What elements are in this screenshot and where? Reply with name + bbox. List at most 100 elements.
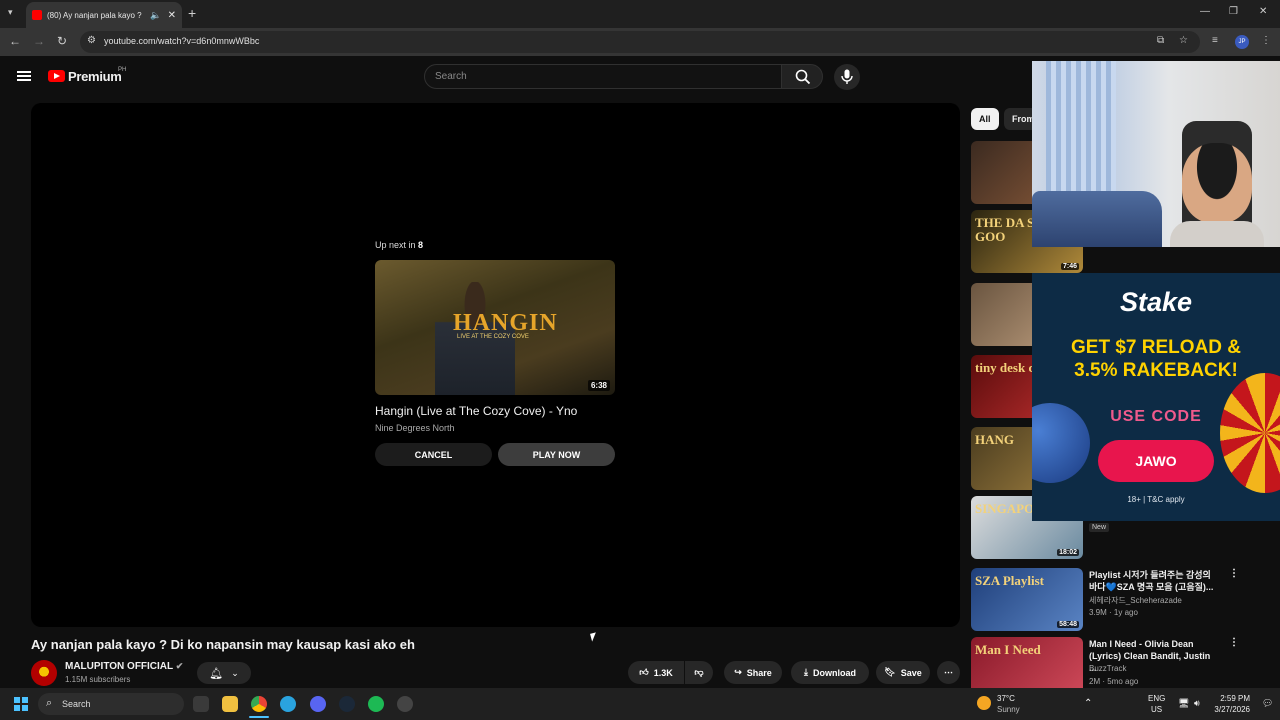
voice-search-button[interactable] xyxy=(834,64,860,90)
tab-title: (80) Ay nanjan pala kayo ? Di xyxy=(47,10,145,20)
browser-tab[interactable]: (80) Ay nanjan pala kayo ? Di 🔈 ✕ xyxy=(26,2,182,28)
site-info-icon[interactable]: ⚙ xyxy=(87,35,96,46)
tray-overflow-icon[interactable]: ⌃ xyxy=(1084,698,1092,709)
like-count: 1.3K xyxy=(653,667,673,678)
steam-icon[interactable] xyxy=(339,696,355,712)
bed xyxy=(1032,191,1162,247)
download-button[interactable]: ⤓ Download xyxy=(791,661,869,684)
more-actions-button[interactable]: ⋯ xyxy=(937,661,960,684)
clock-time[interactable]: 2:59 PM xyxy=(1210,694,1250,703)
thumbs-down-icon: 👎︎ xyxy=(694,667,704,677)
minimize-button[interactable]: — xyxy=(1200,6,1210,17)
close-window-button[interactable]: ✕ xyxy=(1259,6,1267,17)
stake-logo: Stake xyxy=(1119,287,1193,317)
bookmark-icon: 🔖︎ xyxy=(884,667,896,677)
new-tab-button[interactable]: + xyxy=(188,5,196,21)
forward-button[interactable]: → xyxy=(33,34,45,48)
ad-headline: GET $7 RELOAD & 3.5% RAKEBACK! xyxy=(1071,337,1241,381)
notification-bell-button[interactable]: 🔔︎ ⌄ xyxy=(197,662,251,684)
more-options-icon[interactable]: ⋮ xyxy=(1229,568,1239,579)
dislike-button[interactable]: 👎︎ xyxy=(685,661,713,684)
verified-icon: ✔ xyxy=(175,661,184,671)
cancel-button[interactable]: CANCEL xyxy=(375,443,492,466)
video-duration: 58:48 xyxy=(1057,621,1079,628)
youtube-favicon-icon xyxy=(32,10,42,20)
youtube-brand[interactable]: Premium xyxy=(68,69,122,84)
reading-list-icon[interactable]: ≡ xyxy=(1212,35,1218,46)
search-icon xyxy=(795,69,811,85)
share-button[interactable]: ↪ Share xyxy=(724,661,782,684)
download-icon: ⤓ xyxy=(804,667,808,677)
curtain xyxy=(1046,61,1116,211)
address-toolbar: ← → ↻ ⚙ youtube.com/watch?v=d6n0mnwWBbc … xyxy=(0,28,1280,56)
input-region[interactable]: US xyxy=(1151,705,1162,714)
close-tab-icon[interactable]: ✕ xyxy=(168,10,176,21)
profile-avatar[interactable]: JP xyxy=(1235,35,1249,49)
webcam-overlay xyxy=(1032,61,1280,247)
chrome-icon[interactable] xyxy=(251,696,267,712)
country-code: PH xyxy=(118,67,127,73)
ad-use-code: USE CODE xyxy=(1110,408,1202,425)
restore-button[interactable]: ❐ xyxy=(1229,6,1238,17)
more-options-icon[interactable]: ⋮ xyxy=(1229,637,1239,648)
clock-date[interactable]: 3/27/2026 xyxy=(1210,705,1250,714)
recommendation-channel[interactable]: BuzzTrack xyxy=(1089,664,1127,673)
search-icon: ⌕ xyxy=(46,697,53,709)
hamburger-menu-icon[interactable] xyxy=(17,71,31,81)
install-app-icon[interactable]: ⧉ xyxy=(1157,35,1164,46)
volume-icon[interactable]: 🔊︎ xyxy=(1194,698,1200,709)
play-now-button[interactable]: PLAY NOW xyxy=(498,443,615,466)
share-icon: ↪ xyxy=(734,667,742,677)
up-next-countdown: Up next in 8 xyxy=(375,240,424,250)
notification-center-icon[interactable]: 💬︎ xyxy=(1262,698,1273,709)
up-next-title[interactable]: Hangin (Live at The Cozy Cove) - Yno xyxy=(375,404,577,418)
recommendation-title[interactable]: Playlist 시저가 들려주는 감성의 바다💙SZA 명곡 모음 (고음질)… xyxy=(1089,569,1219,593)
reload-button[interactable]: ↻ xyxy=(57,34,67,48)
bookmark-star-icon[interactable]: ☆ xyxy=(1179,35,1188,46)
back-button[interactable]: ← xyxy=(9,34,21,48)
video-title: Ay nanjan pala kayo ? Di ko napansin may… xyxy=(31,637,415,652)
thumbnail-text: Man I Need xyxy=(975,642,1041,657)
sponsor-ad-overlay: Stake GET $7 RELOAD & 3.5% RAKEBACK! USE … xyxy=(1032,273,1280,521)
url-text[interactable]: youtube.com/watch?v=d6n0mnwWBbc xyxy=(104,36,259,46)
discord-icon[interactable] xyxy=(310,696,326,712)
telegram-icon[interactable] xyxy=(280,696,296,712)
weather-sun-icon[interactable] xyxy=(977,696,991,710)
spotify-icon[interactable] xyxy=(368,696,384,712)
save-button[interactable]: 🔖︎ Save xyxy=(876,661,930,684)
menu-kebab-icon[interactable]: ⋮ xyxy=(1261,35,1271,46)
up-next-thumbnail[interactable]: HANGIN LIVE AT THE COZY COVE 6:38 xyxy=(375,260,615,395)
app-icon[interactable] xyxy=(397,696,413,712)
up-next-duration: 6:38 xyxy=(587,380,610,391)
taskbar-search[interactable]: ⌕ Search xyxy=(38,693,184,715)
thumbs-up-icon: 👍︎ xyxy=(639,667,649,677)
tab-search-icon[interactable]: ▾ xyxy=(8,7,13,18)
video-duration: 18:02 xyxy=(1057,549,1079,556)
recommendation-thumbnail[interactable]: SZA Playlist 58:48 xyxy=(971,568,1083,631)
countdown-seconds: 8 xyxy=(418,240,424,250)
chip-all[interactable]: All xyxy=(971,108,999,130)
file-explorer-icon[interactable] xyxy=(222,696,238,712)
youtube-logo-icon[interactable] xyxy=(48,70,65,82)
search-input[interactable]: Search xyxy=(424,64,782,89)
recommendation-channel[interactable]: 세헤라자드_Scheherazade xyxy=(1089,595,1182,606)
channel-name[interactable]: MALUPITON OFFICIAL ✔ xyxy=(65,661,183,672)
search-button[interactable] xyxy=(781,64,823,89)
like-button[interactable]: 👍︎ 1.3K xyxy=(628,661,684,684)
browser-tab-bar: ▾ (80) Ay nanjan pala kayo ? Di 🔈 ✕ + — … xyxy=(0,0,1280,28)
more-horizontal-icon: ⋯ xyxy=(944,667,953,677)
network-icon[interactable]: 🖥︎ xyxy=(1178,698,1189,709)
windows-start-icon[interactable] xyxy=(14,697,28,711)
bell-icon: 🔔︎ xyxy=(209,667,224,680)
ad-fine-print: 18+ | T&C apply xyxy=(1127,495,1185,504)
up-next-channel: Nine Degrees North xyxy=(375,423,455,433)
roulette-wheel-graphic xyxy=(1220,373,1280,493)
audio-playing-icon[interactable]: 🔈 xyxy=(150,10,161,21)
channel-avatar[interactable] xyxy=(31,660,57,686)
weather-temp[interactable]: 37°C xyxy=(997,694,1015,703)
recommendation-meta: 3.9M · 1y ago xyxy=(1089,608,1138,617)
subscriber-count: 1.15M subscribers xyxy=(65,675,131,684)
input-language[interactable]: ENG xyxy=(1148,694,1165,703)
streamer-shirt xyxy=(1170,221,1264,247)
task-view-icon[interactable] xyxy=(193,696,209,712)
